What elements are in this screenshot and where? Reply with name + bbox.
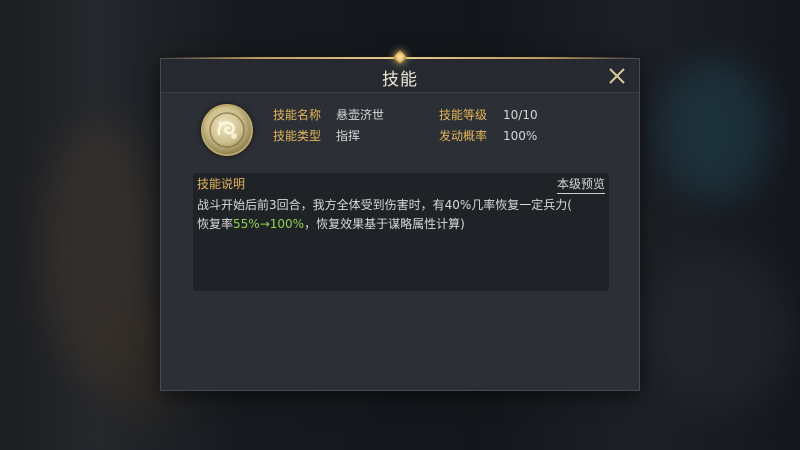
recovery-rate-highlight: 55%→100% [233,217,305,231]
skill-type-value: 指挥 [336,129,361,143]
description-line-2-prefix: 恢复率 [197,217,234,231]
trigger-probability-label: 发动概率 [439,129,488,143]
description-title: 技能说明 [197,177,246,191]
skill-level-label: 技能等级 [439,108,488,122]
game-scene: 技能 技能名称 悬壶济世 技能等级 10/10 技能类型 指挥 发动概率 100… [0,0,800,450]
description-line-1: 战斗开始后前3回合，我方全体受到伤害时，有40%几率恢复一定兵力( [197,198,572,212]
dialog-title: 技能 [382,70,418,90]
skill-name-value: 悬壶济世 [336,108,385,122]
close-icon [609,68,625,84]
description-text: 战斗开始后前3回合，我方全体受到伤害时，有40%几率恢复一定兵力( 恢复率55%… [197,196,605,234]
skill-name-label: 技能名称 [273,108,322,122]
skill-type-label: 技能类型 [273,129,322,143]
dialog-title-bar: 技能 [161,49,639,93]
skill-level-value: 10/10 [503,108,538,122]
trigger-probability-value: 100% [503,129,538,143]
close-button[interactable] [607,66,627,86]
skill-dialog: 技能 技能名称 悬壶济世 技能等级 10/10 技能类型 指挥 发动概率 100… [160,49,640,391]
skill-description-panel: 技能说明 本级预览 战斗开始后前3回合，我方全体受到伤害时，有40%几率恢复一定… [193,173,609,291]
skill-emblem-icon [201,104,253,156]
description-line-2-suffix: ，恢复效果基于谋略属性计算) [304,217,465,231]
level-preview-button[interactable]: 本级预览 [556,175,605,194]
